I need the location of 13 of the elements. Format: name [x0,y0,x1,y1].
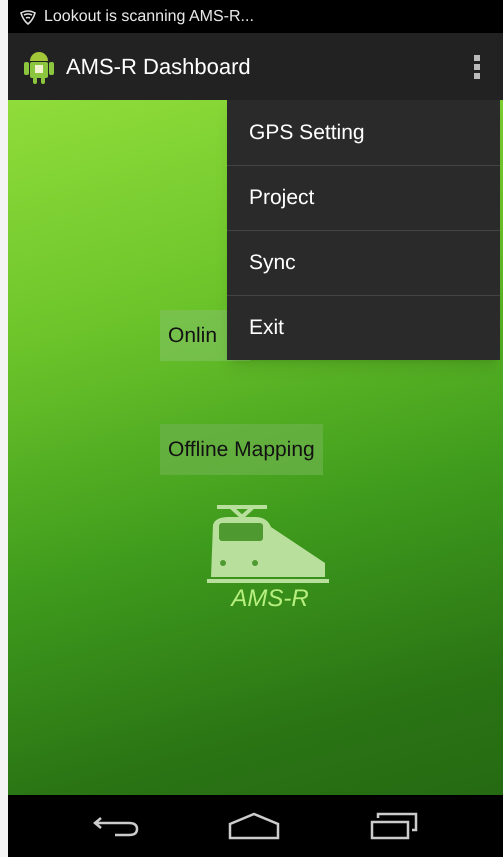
recent-apps-icon[interactable] [370,812,418,840]
menu-item[interactable]: GPS Setting [227,100,500,165]
shield-icon [20,8,36,24]
offline-mapping-button[interactable]: Offline Mapping [160,424,323,475]
logo-caption: AMS-R [231,584,309,614]
home-icon[interactable] [228,812,280,840]
menu-item[interactable]: Exit [227,295,500,360]
app-title: AMS-R Dashboard [66,53,252,81]
menu-item[interactable]: Project [227,165,500,230]
back-icon[interactable] [92,814,139,838]
android-icon [24,50,54,84]
notification-text: Lookout is scanning AMS-R... [44,6,254,26]
menu-item[interactable]: Sync [227,230,500,295]
